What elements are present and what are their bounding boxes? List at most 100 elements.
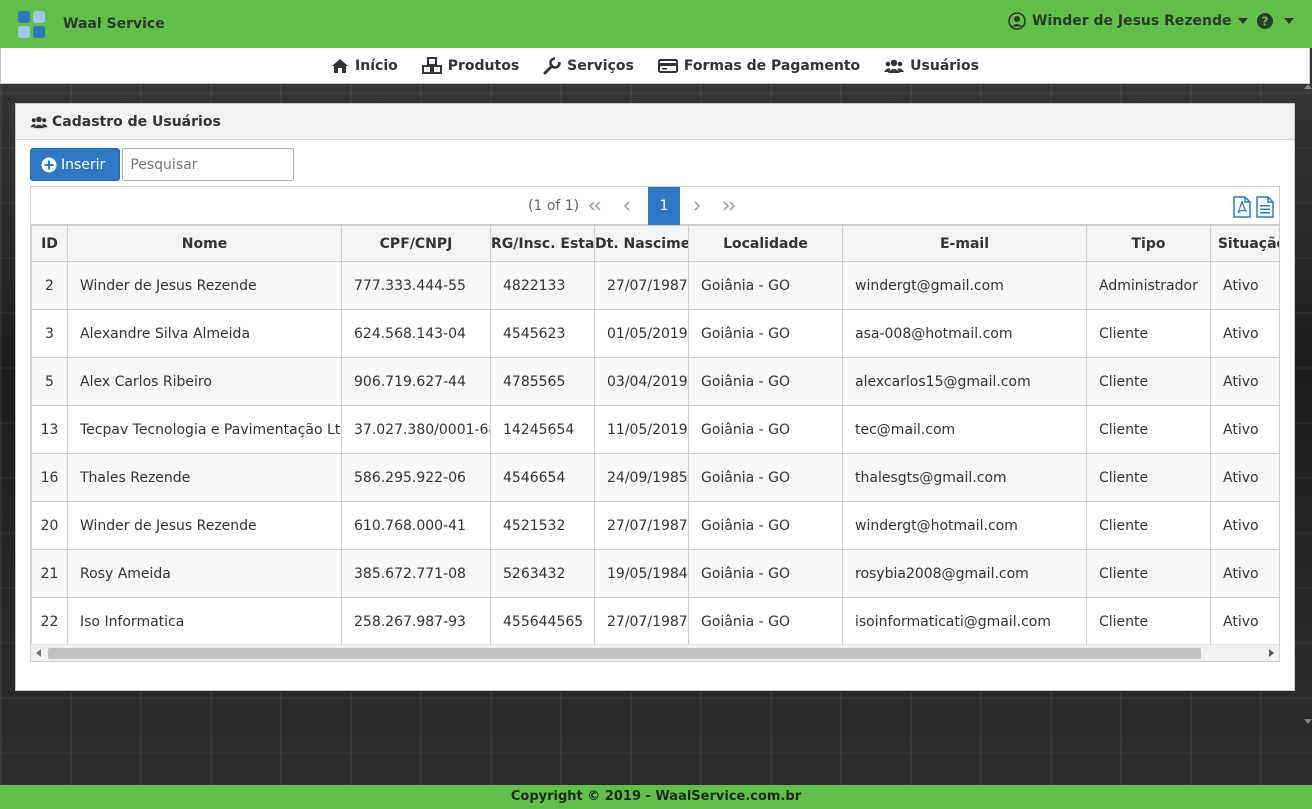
column-header-id[interactable]: ID — [31, 225, 68, 262]
users-icon — [30, 116, 48, 128]
page-report: (1 of 1) — [528, 198, 580, 214]
cell-localidade: Goiânia - GO — [688, 501, 843, 550]
cell-localidade: Goiânia - GO — [688, 309, 843, 358]
app-logo[interactable] — [18, 11, 46, 39]
cell-situacao: Ativo — [1210, 309, 1279, 358]
column-header-cpf-cnpj[interactable]: CPF/CNPJ — [341, 225, 491, 262]
cell-situacao: Ativo — [1210, 261, 1279, 310]
column-header-nome[interactable]: Nome — [67, 225, 342, 262]
chevron-left-icon — [623, 201, 630, 211]
export-document-button[interactable] — [1256, 196, 1276, 218]
app-title: Waal Service — [63, 16, 165, 32]
users-table: (1 of 1) 1 ID Nome CPF/CNPJ RG/Insc. Est… — [30, 186, 1280, 662]
toolbar: Inserir — [30, 148, 295, 181]
menu-item-label: Usuários — [910, 57, 979, 74]
scroll-up-icon[interactable] — [1304, 84, 1312, 89]
menu-item-produtos[interactable]: Produtos — [421, 56, 519, 75]
column-header-localidade[interactable]: Localidade — [688, 225, 843, 262]
table-row[interactable]: 20 Winder de Jesus Rezende 610.768.000-4… — [31, 501, 1279, 550]
user-menu[interactable]: Winder de Jesus Rezende — [1008, 12, 1248, 30]
cell-rg: 4545623 — [490, 309, 595, 358]
cell-rg: 14245654 — [490, 405, 595, 454]
double-chevron-right-icon — [723, 201, 735, 211]
scrollbar-thumb[interactable] — [48, 648, 1201, 659]
cell-situacao: Ativo — [1210, 549, 1279, 598]
column-header-situacao[interactable]: Situação — [1210, 225, 1279, 262]
cell-cpf-cnpj: 37.027.380/0001-68 — [341, 405, 491, 454]
cell-rg: 4546654 — [490, 453, 595, 502]
cell-id: 20 — [31, 501, 68, 550]
cell-rg: 455644565 — [490, 597, 595, 646]
panel-title: Cadastro de Usuários — [52, 113, 221, 130]
column-header-email[interactable]: E-mail — [842, 225, 1087, 262]
scroll-right-icon[interactable] — [1269, 649, 1274, 657]
export-pdf-button[interactable] — [1233, 196, 1253, 218]
first-page-button[interactable] — [579, 187, 611, 225]
user-circle-icon — [1008, 12, 1026, 30]
menu-item-label: Início — [355, 57, 398, 74]
menu-item-formas-pagamento[interactable]: Formas de Pagamento — [657, 57, 861, 74]
horizontal-scrollbar[interactable] — [31, 644, 1279, 661]
cell-tipo: Cliente — [1086, 405, 1211, 454]
page-scrollbar[interactable] — [1302, 84, 1312, 784]
main-menu: Início Produtos Serviços Formas de Pagam… — [0, 48, 1310, 84]
menu-item-usuarios[interactable]: Usuários — [884, 58, 979, 74]
cell-id: 5 — [31, 357, 68, 406]
insert-button[interactable]: Inserir — [30, 148, 121, 181]
cell-nome: Alexandre Silva Almeida — [67, 309, 342, 358]
cell-cpf-cnpj: 777.333.444-55 — [341, 261, 491, 310]
wrench-icon — [543, 56, 562, 74]
column-header-nascimento[interactable]: Dt. Nascimento — [594, 225, 689, 262]
cell-nome: Thales Rezende — [67, 453, 342, 502]
menu-item-servicos[interactable]: Serviços — [543, 56, 634, 75]
cell-nome: Rosy Ameida — [67, 549, 342, 598]
cell-tipo: Administrador — [1086, 261, 1211, 310]
search-input[interactable] — [122, 148, 295, 181]
cell-id: 2 — [31, 261, 68, 310]
cell-tipo: Cliente — [1086, 309, 1211, 358]
cell-localidade: Goiânia - GO — [688, 453, 843, 502]
cell-localidade: Goiânia - GO — [688, 405, 843, 454]
data-table: ID Nome CPF/CNPJ RG/Insc. Estadual Dt. N… — [31, 225, 1279, 646]
cell-email: isoinformaticati@gmail.com — [842, 597, 1087, 646]
cell-situacao: Ativo — [1210, 405, 1279, 454]
prev-page-button[interactable] — [611, 187, 643, 225]
cell-id: 16 — [31, 453, 68, 502]
cell-nascimento: 27/07/1987 — [594, 261, 689, 310]
cell-nascimento: 03/04/2019 — [594, 357, 689, 406]
users-panel: Cadastro de Usuários Inserir (1 of 1) 1 — [15, 103, 1295, 691]
cell-localidade: Goiânia - GO — [688, 549, 843, 598]
menu-item-inicio[interactable]: Início — [331, 58, 398, 74]
cell-localidade: Goiânia - GO — [688, 261, 843, 310]
table-row[interactable]: 16 Thales Rezende 586.295.922-06 4546654… — [31, 453, 1279, 502]
table-row[interactable]: 2 Winder de Jesus Rezende 777.333.444-55… — [31, 261, 1279, 310]
scroll-down-icon[interactable] — [1304, 719, 1312, 724]
menu-item-label: Formas de Pagamento — [683, 57, 861, 74]
cell-tipo: Cliente — [1086, 453, 1211, 502]
column-header-rg[interactable]: RG/Insc. Estadual — [490, 225, 595, 262]
cell-nascimento: 11/05/2019 — [594, 405, 689, 454]
next-page-button[interactable] — [681, 187, 713, 225]
cell-cpf-cnpj: 586.295.922-06 — [341, 453, 491, 502]
scroll-left-icon[interactable] — [36, 649, 41, 657]
page-button-1[interactable]: 1 — [648, 187, 680, 225]
cell-email: windergt@hotmail.com — [842, 501, 1087, 550]
cell-nome: Winder de Jesus Rezende — [67, 501, 342, 550]
table-row[interactable]: 13 Tecpav Tecnologia e Pavimentação Ltda… — [31, 405, 1279, 454]
cell-nome: Iso Informatica — [67, 597, 342, 646]
cubes-icon — [421, 56, 442, 74]
table-row[interactable]: 3 Alexandre Silva Almeida 624.568.143-04… — [31, 309, 1279, 358]
cell-cpf-cnpj: 258.267.987-93 — [341, 597, 491, 646]
cell-nascimento: 24/09/1985 — [594, 453, 689, 502]
column-header-tipo[interactable]: Tipo — [1086, 225, 1211, 262]
cell-situacao: Ativo — [1210, 357, 1279, 406]
cell-nome: Tecpav Tecnologia e Pavimentação Ltda — [67, 405, 342, 454]
cell-tipo: Cliente — [1086, 597, 1211, 646]
table-row[interactable]: 5 Alex Carlos Ribeiro 906.719.627-44 478… — [31, 357, 1279, 406]
help-menu[interactable]: ? — [1256, 12, 1294, 30]
cell-cpf-cnpj: 624.568.143-04 — [341, 309, 491, 358]
users-icon — [884, 59, 905, 73]
last-page-button[interactable] — [713, 187, 745, 225]
table-row[interactable]: 21 Rosy Ameida 385.672.771-08 5263432 19… — [31, 549, 1279, 598]
table-row[interactable]: 22 Iso Informatica 258.267.987-93 455644… — [31, 597, 1279, 646]
